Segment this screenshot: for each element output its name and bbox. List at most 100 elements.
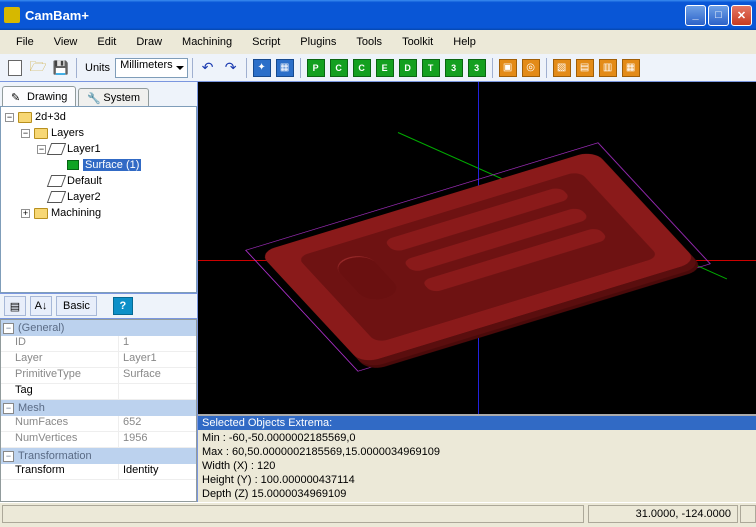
ext5-button[interactable]: ▥ xyxy=(597,57,619,79)
close-button[interactable]: ✕ xyxy=(731,5,752,26)
info-width: Width (X) : 120 xyxy=(202,459,752,473)
wrench-icon: 🔧 xyxy=(87,92,99,104)
layer-icon xyxy=(49,175,64,188)
units-label: Units xyxy=(81,62,114,74)
op-3-button[interactable]: 3 xyxy=(443,57,465,79)
collapse-icon[interactable]: − xyxy=(21,129,30,138)
op-c2-button[interactable]: C xyxy=(351,57,373,79)
prop-row-transform[interactable]: TransformIdentity xyxy=(1,464,196,480)
collapse-icon[interactable]: − xyxy=(5,113,14,122)
tree-tabs: ✎Drawing 🔧System xyxy=(0,82,197,106)
help-button[interactable]: ? xyxy=(113,297,133,315)
collapse-icon[interactable]: − xyxy=(3,323,14,334)
menu-plugins[interactable]: Plugins xyxy=(290,33,346,51)
collapse-icon[interactable]: − xyxy=(3,451,14,462)
new-button[interactable] xyxy=(4,57,26,79)
ext6-button[interactable]: ▦ xyxy=(620,57,642,79)
expand-icon[interactable]: + xyxy=(21,209,30,218)
minimize-button[interactable]: _ xyxy=(685,5,706,26)
menu-view[interactable]: View xyxy=(44,33,88,51)
op-3-icon: 3 xyxy=(445,59,463,77)
redo-icon xyxy=(225,59,237,76)
op-c-icon: C xyxy=(330,59,348,77)
op-t-icon: T xyxy=(422,59,440,77)
tree-layer2[interactable]: Layer2 xyxy=(3,189,194,205)
menu-tools[interactable]: Tools xyxy=(346,33,392,51)
op-t-button[interactable]: T xyxy=(420,57,442,79)
op-c-button[interactable]: C xyxy=(328,57,350,79)
redo-button[interactable] xyxy=(220,57,242,79)
grid-button[interactable]: ▦ xyxy=(274,57,296,79)
surface-icon xyxy=(65,159,80,172)
prop-group-mesh[interactable]: −Mesh xyxy=(1,400,196,416)
sort-button[interactable]: A↓ xyxy=(30,296,52,316)
ext3-button[interactable]: ▧ xyxy=(551,57,573,79)
op-e-button[interactable]: E xyxy=(374,57,396,79)
prop-row-primtype[interactable]: PrimitiveTypeSurface xyxy=(1,368,196,384)
prop-group-xform[interactable]: −Transformation xyxy=(1,448,196,464)
save-icon: 💾 xyxy=(53,60,69,76)
status-grip xyxy=(740,505,756,523)
menu-toolkit[interactable]: Toolkit xyxy=(392,33,443,51)
tab-system[interactable]: 🔧System xyxy=(78,88,149,106)
ext2-icon: ◎ xyxy=(522,59,540,77)
tree-layer1[interactable]: −Layer1 xyxy=(3,141,194,157)
separator xyxy=(546,58,547,78)
separator xyxy=(76,58,77,78)
prop-row-verts[interactable]: NumVertices1956 xyxy=(1,432,196,448)
app-icon xyxy=(4,7,20,23)
toolbar: 🗁 💾 Units Millimeters ✦ ▦ P C C E D T 3 … xyxy=(0,54,756,82)
tree-view[interactable]: −2d+3d −Layers −Layer1 Surface (1) Defau… xyxy=(0,106,197,293)
op-3b-button[interactable]: 3 xyxy=(466,57,488,79)
ext4-button[interactable]: ▤ xyxy=(574,57,596,79)
open-button[interactable]: 🗁 xyxy=(27,57,49,79)
save-button[interactable]: 💾 xyxy=(50,57,72,79)
op-d-button[interactable]: D xyxy=(397,57,419,79)
ext5-icon: ▥ xyxy=(599,59,617,77)
menu-machining[interactable]: Machining xyxy=(172,33,242,51)
tree-machining[interactable]: +Machining xyxy=(3,205,194,221)
units-dropdown[interactable]: Millimeters xyxy=(115,58,188,78)
folder-icon xyxy=(33,207,48,220)
prop-row-id[interactable]: ID1 xyxy=(1,336,196,352)
prop-row-tag[interactable]: Tag xyxy=(1,384,196,400)
undo-button[interactable] xyxy=(197,57,219,79)
separator xyxy=(492,58,493,78)
op-d-icon: D xyxy=(399,59,417,77)
property-grid[interactable]: −(General) ID1 LayerLayer1 PrimitiveType… xyxy=(0,319,197,502)
menu-file[interactable]: File xyxy=(6,33,44,51)
app-title: CamBam+ xyxy=(25,8,683,23)
collapse-icon[interactable]: − xyxy=(3,403,14,414)
maximize-button[interactable]: □ xyxy=(708,5,729,26)
prop-group-general[interactable]: −(General) xyxy=(1,320,196,336)
tab-drawing[interactable]: ✎Drawing xyxy=(2,86,76,106)
separator xyxy=(192,58,193,78)
menu-help[interactable]: Help xyxy=(443,33,486,51)
undo-icon xyxy=(202,59,214,76)
basic-button[interactable]: Basic xyxy=(56,296,97,316)
left-panel: ✎Drawing 🔧System −2d+3d −Layers −Layer1 … xyxy=(0,82,198,502)
tree-root[interactable]: −2d+3d xyxy=(3,109,194,125)
collapse-icon[interactable]: − xyxy=(37,145,46,154)
ext1-button[interactable]: ▣ xyxy=(497,57,519,79)
menu-draw[interactable]: Draw xyxy=(126,33,172,51)
menu-script[interactable]: Script xyxy=(242,33,290,51)
snap-button[interactable]: ✦ xyxy=(251,57,273,79)
op-p-icon: P xyxy=(307,59,325,77)
units-value: Millimeters xyxy=(120,59,173,71)
categorize-button[interactable]: ▤ xyxy=(4,296,26,316)
tree-layers[interactable]: −Layers xyxy=(3,125,194,141)
menu-edit[interactable]: Edit xyxy=(87,33,126,51)
prop-row-faces[interactable]: NumFaces652 xyxy=(1,416,196,432)
info-max: Max : 60,50.0000002185569,15.00000349691… xyxy=(202,445,752,459)
ext2-button[interactable]: ◎ xyxy=(520,57,542,79)
info-depth: Depth (Z) 15.0000034969109 xyxy=(202,487,752,501)
canvas-3d[interactable] xyxy=(198,82,756,414)
prop-row-layer[interactable]: LayerLayer1 xyxy=(1,352,196,368)
op-c2-icon: C xyxy=(353,59,371,77)
tree-default[interactable]: Default xyxy=(3,173,194,189)
op-p-button[interactable]: P xyxy=(305,57,327,79)
tree-surface[interactable]: Surface (1) xyxy=(3,157,194,173)
info-header: Selected Objects Extrema: xyxy=(198,416,756,430)
statusbar: 31.0000, -124.0000 xyxy=(0,502,756,524)
